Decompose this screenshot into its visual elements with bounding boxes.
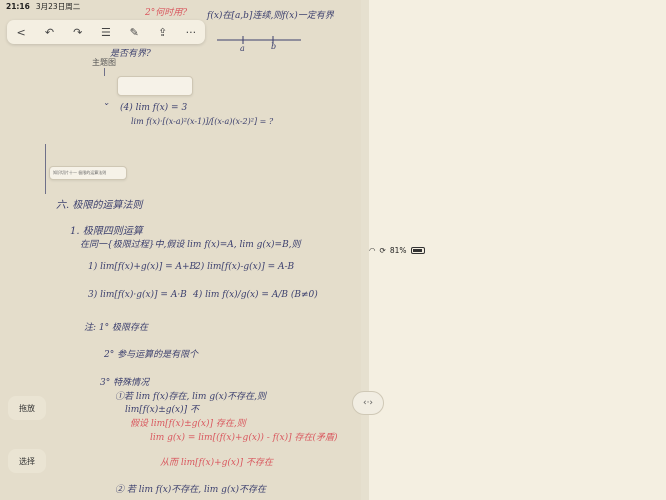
status-date: 3月23日周二 — [35, 1, 81, 11]
battery-icon — [410, 246, 425, 254]
split-view-handle[interactable]: ‹·› — [352, 391, 384, 415]
list-icon[interactable]: ☰ — [97, 26, 115, 39]
status-bar: 21:16 3月23日周二 ◠ ⟳ 81% — [0, 0, 666, 500]
notes-toolbar: < ↶ ↷ ☰ ✎ ⇪ ··· — [7, 20, 205, 44]
note-line: ①若 lim f(x)存在, lim g(x)不存在,则 — [115, 392, 267, 402]
note-line: 注: 1° 极限存在 — [84, 323, 148, 333]
note-line: 3) lim[f(x)·g(x)] = A·B — [88, 290, 187, 300]
knowledge-card[interactable]: 知识切片十一 极限的运算法则 — [49, 166, 127, 180]
note-heading: 1. 极限四则运算 — [70, 226, 143, 237]
number-line-sketch — [217, 36, 301, 44]
note-heading: 六. 极限的运算法则 — [56, 200, 143, 211]
note-line: 1) lim[f(x)+g(x)] = A+B — [88, 262, 197, 272]
lock-rotation-icon: ⟳ — [379, 245, 386, 255]
note-line-red: 假设 lim[f(x)±g(x)] 存在,则 — [130, 419, 246, 429]
note-line: 在同一{极限过程}中,假设 lim f(x)=A, lim g(x)=B,则 — [80, 240, 301, 250]
drag-button[interactable]: 拖放 — [8, 396, 46, 420]
knowledge-card-text: 知识切片十一 极限的运算法则 — [53, 170, 107, 175]
share-icon[interactable]: ⇪ — [154, 26, 172, 39]
chevron-down-icon[interactable]: ⌄ — [103, 98, 110, 107]
pen-icon[interactable]: ✎ — [125, 26, 143, 39]
axis-label-b: b — [271, 42, 277, 51]
undo-icon[interactable]: ↶ — [40, 26, 58, 39]
note-line: lim[f(x)±g(x)] 不 — [125, 405, 200, 415]
note-line: 3° 特殊情况 — [100, 378, 150, 388]
battery-percent: 81% — [389, 245, 407, 255]
note-line: (4) lim f(x) = 3 — [120, 103, 188, 113]
note-thumbnail[interactable] — [117, 76, 193, 96]
note-line-red: lim g(x) = lim[(f(x)+g(x)) - f(x)] 存在(矛盾… — [150, 433, 338, 443]
note-line: lim f(x)·[(x-a)²(x-1)]/[(x-a)(x-2)²] = ? — [131, 117, 274, 126]
more-icon[interactable]: ··· — [182, 26, 200, 39]
main-topic-label[interactable]: 主题图 — [92, 57, 116, 68]
note-line: 2° 参与运算的是有限个 — [104, 350, 199, 360]
redo-icon[interactable]: ↷ — [69, 26, 87, 39]
note-line: 是否有界? — [110, 49, 151, 59]
axis-label-a: a — [240, 44, 245, 53]
note-line: ② 若 lim f(x)不存在, lim g(x)不存在 — [115, 485, 267, 495]
notes-pane[interactable]: < ↶ ↷ ☰ ✎ ⇪ ··· 2°何时用? f(x)在[a,b]连续,则f(x… — [0, 0, 361, 500]
back-icon[interactable]: < — [12, 26, 30, 39]
status-time: 21:16 — [6, 1, 30, 11]
note-line: 4) lim f(x)/g(x) = A/B (B≠0) — [193, 290, 318, 300]
note-line: 2) lim[f(x)-g(x)] = A-B — [195, 262, 295, 272]
note-line-red: 从而 lim[f(x)+g(x)] 不存在 — [160, 458, 273, 468]
select-button[interactable]: 选择 — [8, 449, 46, 473]
wifi-icon: ◠ — [369, 245, 376, 255]
